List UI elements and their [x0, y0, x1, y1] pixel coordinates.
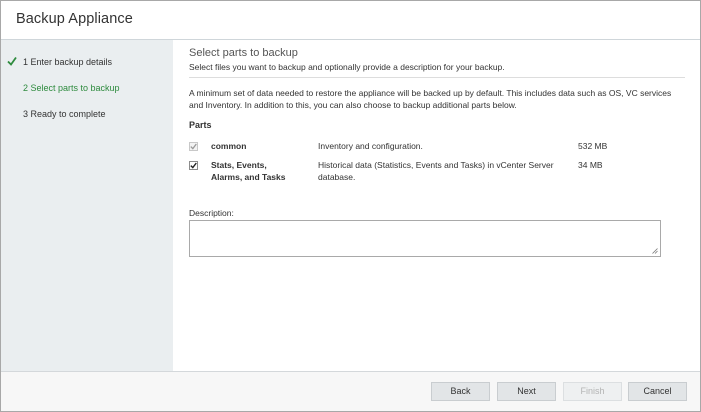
dialog-title: Backup Appliance — [16, 11, 133, 27]
wizard-step-label: 1 Enter backup details — [23, 57, 113, 67]
info-text: A minimum set of data needed to restore … — [189, 88, 672, 110]
parts-heading: Parts — [189, 120, 212, 130]
part-name: Stats, Events, Alarms, and Tasks — [211, 160, 286, 182]
part-description: Historical data (Statistics, Events and … — [318, 160, 554, 182]
check-icon — [7, 56, 17, 66]
wizard-step-3[interactable]: 3 Ready to complete — [1, 107, 173, 123]
wizard-step-2[interactable]: 2 Select parts to backup — [1, 81, 173, 97]
part-name: common — [211, 141, 247, 151]
divider — [189, 77, 685, 78]
wizard-step-label: 3 Ready to complete — [23, 109, 106, 119]
cancel-button[interactable]: Cancel — [628, 382, 687, 401]
dialog-header: Backup Appliance — [1, 1, 700, 40]
wizard-step-1[interactable]: 1 Enter backup details — [1, 55, 173, 71]
description-label: Description: — [189, 208, 234, 218]
back-button[interactable]: Back — [431, 382, 490, 401]
finish-button[interactable]: Finish — [563, 382, 622, 401]
checkmark-icon — [190, 143, 197, 150]
wizard-step-label: 2 Select parts to backup — [23, 83, 120, 93]
checkmark-icon — [190, 162, 197, 169]
part-description: Inventory and configuration. — [318, 141, 423, 151]
page-title: Select parts to backup — [189, 47, 298, 59]
part-checkbox-common[interactable] — [189, 142, 198, 151]
page-subtitle: Select files you want to backup and opti… — [189, 62, 505, 72]
part-size: 532 MB — [578, 141, 608, 151]
next-button[interactable]: Next — [497, 382, 556, 401]
part-size: 34 MB — [578, 160, 603, 170]
dialog-window: Backup Appliance 1 Enter backup details … — [0, 0, 701, 412]
part-checkbox-stats[interactable] — [189, 161, 198, 170]
wizard-steps-sidebar: 1 Enter backup details 2 Select parts to… — [1, 40, 173, 371]
dialog-footer: Back Next Finish Cancel — [1, 371, 700, 411]
wizard-content: Select parts to backup Select files you … — [173, 40, 700, 371]
resize-grip-icon[interactable] — [652, 248, 658, 254]
description-textarea[interactable] — [189, 220, 661, 257]
